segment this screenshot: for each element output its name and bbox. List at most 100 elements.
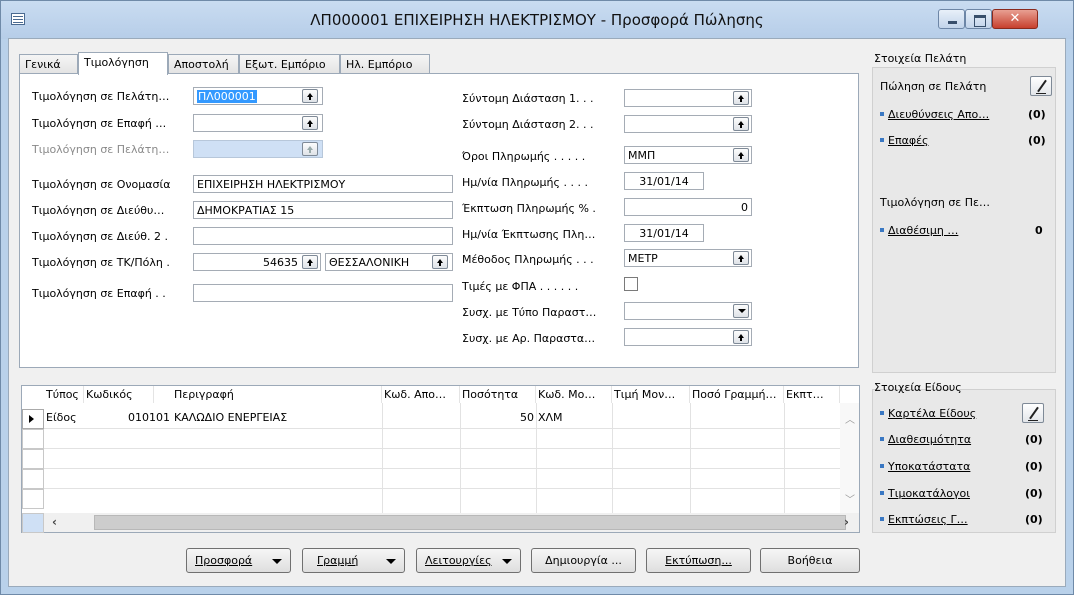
col-type-header[interactable]: Τύπος [44,386,84,403]
prices-incl-vat-label: Τιμές με ΦΠΑ . . . . . . [462,280,579,293]
line-menu-button[interactable]: Γραμμή [302,548,405,573]
edit-item-pencil-icon[interactable] [1022,403,1044,423]
lines-grid[interactable]: Τύπος Κωδικός Περιγραφή Κωδ. Απο… Ποσότη… [21,385,860,533]
cell-code[interactable]: 010101 [84,409,172,426]
edit-customer-pencil-icon[interactable] [1030,76,1052,96]
row-header[interactable] [22,489,44,509]
tab-general[interactable]: Γενικά [19,54,78,74]
bill-contact2-input[interactable] [193,284,453,302]
cell-unit-price[interactable] [612,409,690,413]
item-card-link[interactable]: Καρτέλα Είδους [880,407,976,420]
doc-no-lookup-icon[interactable] [733,330,749,344]
bullet-icon [880,228,884,232]
contacts-text: Επαφές [888,134,929,147]
bill-name-input[interactable]: ΕΠΙΧΕΙΡΗΣΗ ΗΛΕΚΤΡΙΣΜΟΥ [193,175,453,193]
bullet-icon [880,138,884,142]
contacts-link[interactable]: Επαφές [880,134,928,147]
quote-menu-button[interactable]: Προσφορά [186,548,291,573]
col-description-header[interactable]: Περιγραφή [172,386,382,403]
col-quantity-header[interactable]: Ποσότητα [460,386,536,403]
col-unit-price-header[interactable]: Τιμή Μον… [612,386,690,403]
help-button[interactable]: Βοήθεια [760,548,860,573]
title-bar[interactable]: ΛΠ000001 ΕΠΙΧΕΙΡΗΣΗ ΗΛΕΚΤΡΙΣΜΟΥ - Προσφο… [1,1,1073,39]
row-header[interactable] [22,429,44,449]
availability-count: (0) [1025,433,1043,446]
bill-customer2-lookup-icon [302,142,318,156]
bill-customer-lookup-icon[interactable] [302,89,318,103]
item-card-text: Καρτέλα Είδους [888,407,977,420]
row-header[interactable] [22,469,44,489]
grid-line [612,403,613,513]
minimize-button[interactable] [938,9,965,29]
payment-terms-lookup-icon[interactable] [733,148,749,162]
bill-customer2-label: Τιμολόγηση σε Πελάτη… [32,143,170,156]
bill-to-section-title: Τιμολόγηση σε Πε… [880,196,990,209]
maximize-button[interactable] [965,9,992,29]
tab-e-commerce[interactable]: Ηλ. Εμπόριο [340,54,430,74]
cell-line-amount[interactable] [690,409,784,413]
bill-contact2-label: Τιμολόγηση σε Επαφή . . [32,287,166,300]
bill-name-label: Τιμολόγηση σε Ονομασία [32,178,171,191]
grid-line [44,428,840,429]
payment-method-lookup-icon[interactable] [733,251,749,265]
bill-address2-input[interactable] [193,227,453,245]
cell-discount[interactable] [784,409,840,413]
scroll-left-icon[interactable]: ‹ [52,515,57,529]
scroll-down-icon[interactable]: ﹀ [845,491,855,506]
col-unit-header[interactable]: Κωδ. Μο… [536,386,612,403]
discount-date-input[interactable]: 31/01/14 [624,224,704,242]
scroll-right-icon[interactable]: › [844,515,849,529]
print-button[interactable]: Εκτύπωση... [646,548,751,573]
bullet-icon [880,411,884,415]
payment-date-input[interactable]: 31/01/14 [624,172,704,190]
create-button[interactable]: Δημιουργία ... [531,548,636,573]
short-dim2-lookup-icon[interactable] [733,117,749,131]
substitutes-count: (0) [1025,460,1043,473]
availability-link[interactable]: Διαθεσιμότητα [880,433,971,446]
price-lists-text: Τιμοκατάλογοι [888,487,970,500]
cell-unit[interactable]: ΧΛΜ [536,409,612,426]
close-button[interactable] [992,9,1038,29]
price-lists-count: (0) [1025,487,1043,500]
functions-menu-button[interactable]: Λειτουργίες [416,548,521,573]
doc-type-dropdown-icon[interactable] [733,304,749,318]
payment-terms-label: Όροι Πληρωμής . . . . . [462,150,586,163]
col-location-header[interactable]: Κωδ. Απο… [382,386,460,403]
bill-address-label: Τιμολόγηση σε Διεύθυ… [32,204,165,217]
scroll-up-icon[interactable]: ︿ [845,411,855,426]
col-code-header[interactable]: Κωδικός [84,386,154,403]
bill-address-input[interactable]: ΔΗΜΟΚΡΑΤΙΑΣ 15 [193,201,453,219]
grid-line [44,468,840,469]
col-discount-header[interactable]: Εκπτ… [784,386,840,403]
row-header[interactable] [22,409,44,429]
bullet-icon [880,491,884,495]
short-dim1-lookup-icon[interactable] [733,91,749,105]
doc-type-label: Συσχ. με Τύπο Παραστ… [462,306,597,319]
horizontal-scroll-thumb[interactable] [94,515,846,530]
cell-location[interactable] [382,409,460,413]
price-lists-link[interactable]: Τιμοκατάλογοι [880,487,970,500]
available-credit-link[interactable]: Διαθέσιμη … [880,224,958,237]
vertical-scrollbar[interactable]: ︿ ﹀ [840,403,859,513]
cell-description[interactable]: ΚΑΛΩΔΙΟ ΕΝΕΡΓΕΙΑΣ [172,409,382,426]
bill-contact-lookup-icon[interactable] [302,116,318,130]
horizontal-scrollbar[interactable]: ‹ › [44,513,859,532]
cell-quantity[interactable]: 50 [460,409,536,426]
row-header[interactable] [22,513,44,533]
bill-zip-lookup-icon[interactable] [302,255,318,269]
tab-foreign-trade[interactable]: Εξωτ. Εμπόριο [239,54,340,74]
substitutes-link[interactable]: Υποκατάστατα [880,460,970,473]
row-header[interactable] [22,449,44,469]
tab-shipping[interactable]: Αποστολή [168,54,239,74]
prices-incl-vat-checkbox[interactable] [624,277,638,291]
bill-city-lookup-icon[interactable] [432,255,448,269]
grid-line [690,403,691,513]
col-line-amount-header[interactable]: Ποσό Γραμμή… [690,386,784,403]
contacts-count: (0) [1028,134,1046,147]
substitutes-text: Υποκατάστατα [888,460,971,473]
cell-type[interactable]: Είδος [44,409,84,426]
payment-discount-input[interactable]: 0 [624,198,752,216]
tab-invoicing[interactable]: Τιμολόγηση [78,52,168,75]
line-discounts-link[interactable]: Εκπτώσεις Γ… [880,513,968,526]
ship-addresses-link[interactable]: Διευθύνσεις Απο… [880,108,989,121]
